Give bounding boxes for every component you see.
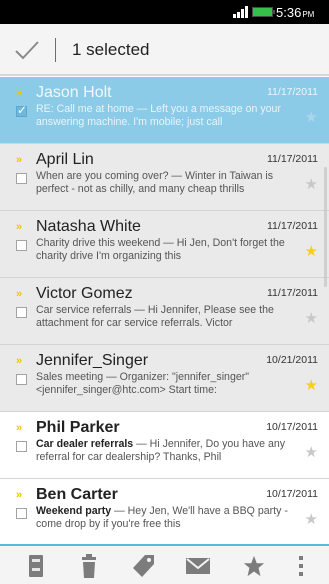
message-sender: Phil Parker [36,419,120,436]
message-row[interactable]: » Victor Gomez 11/17/2011 Car service refer… [0,278,329,345]
message-preview: Charity drive this weekend — Hi Jen, Don… [36,237,298,265]
message-preview: RE: Call me at home — Left you a message… [36,103,298,131]
message-date: 11/17/2011 [267,220,318,232]
message-subject: Car dealer referrals [36,438,134,450]
message-snippet: Car service referrals — Hi Jennifer, Ple… [36,304,274,329]
star-toggle-icon[interactable]: ★ [305,311,318,326]
star-toggle-icon[interactable]: ★ [305,244,318,259]
star-toggle-icon[interactable]: ★ [305,177,318,192]
message-row[interactable]: » Natasha White 11/17/2011 Charity drive th… [0,211,329,278]
priority-icon: » [16,489,22,501]
select-checkbox[interactable] [16,173,27,184]
message-date: 10/21/2011 [266,354,318,366]
message-preview: When are you coming over? — Winter in Ta… [36,170,298,198]
message-date: 10/17/2011 [266,488,318,500]
status-bar: 5:36PM [0,0,329,24]
star-toggle-icon[interactable]: ★ [305,110,318,125]
message-row[interactable]: » Jennifer_Singer 10/21/2011 Sales meeting … [0,345,329,412]
message-row[interactable]: » Phil Parker 10/17/2011 Car dealer referra… [0,412,329,479]
message-sender: Ben Carter [36,486,118,503]
message-date: 11/17/2011 [267,153,318,165]
selection-action-bar: 1 selected [0,24,329,76]
star-button[interactable] [234,552,274,580]
check-icon[interactable] [14,38,40,62]
more-icon [299,556,303,576]
message-sender: Jason Holt [36,84,112,101]
priority-icon: » [16,221,22,233]
message-preview: Sales meeting — Organizer: "jennifer_sin… [36,371,298,399]
select-checkbox[interactable] [16,240,27,251]
scrollbar[interactable] [324,167,327,287]
mark-read-icon [186,558,210,574]
priority-icon: » [16,87,22,99]
message-snippet: When are you coming over? — Winter in Ta… [36,170,274,195]
message-snippet: Charity drive this weekend — Hi Jen, Don… [36,237,285,262]
battery-icon [252,7,275,17]
bottom-toolbar [0,544,329,584]
message-date: 11/17/2011 [267,287,318,299]
message-preview: Car service referrals — Hi Jennifer, Ple… [36,304,298,332]
message-preview: Car dealer referrals — Hi Jennifer, Do y… [36,438,298,466]
checkmark-icon: ✓ [17,103,28,117]
star-toggle-icon[interactable]: ★ [305,512,318,527]
message-row[interactable]: » April Lin 11/17/2011 When are you coming … [0,144,329,211]
select-checkbox[interactable] [16,508,27,519]
signal-icon [233,6,248,18]
select-checkbox[interactable] [16,441,27,452]
select-checkbox[interactable] [16,307,27,318]
action-bar-divider [55,38,56,62]
message-sender: April Lin [36,151,94,168]
star-toggle-icon[interactable]: ★ [305,378,318,393]
message-list[interactable]: » ✓ Jason Holt 11/17/2011 RE: Call me at hom… [0,77,329,544]
delete-icon [82,554,96,578]
message-sender: Natasha White [36,218,141,235]
priority-icon: » [16,154,22,166]
move-to-folder-icon [29,555,43,577]
select-checkbox[interactable] [16,374,27,385]
priority-icon: » [16,288,22,300]
label-button[interactable] [124,552,164,580]
message-snippet: RE: Call me at home — Left you a message… [36,103,281,128]
message-sender: Victor Gomez [36,285,133,302]
select-checkbox[interactable]: ✓ [16,103,28,117]
clock-time: 5:36 [276,5,302,20]
message-preview: Weekend party — Hey Jen, We'll have a BB… [36,505,298,533]
message-date: 11/17/2011 [267,86,318,98]
priority-icon: » [16,422,22,434]
message-row[interactable]: » ✓ Jason Holt 11/17/2011 RE: Call me at hom… [0,77,329,144]
message-row[interactable]: » Ben Carter 10/17/2011 Weekend party — Hey… [0,479,329,544]
clock-ampm: PM [302,10,315,19]
status-clock: 5:36PM [276,5,314,20]
message-date: 10/17/2011 [266,421,318,433]
move-to-folder-button[interactable] [16,552,56,580]
message-sender: Jennifer_Singer [36,352,149,369]
mark-read-button[interactable] [178,552,218,580]
more-button[interactable] [281,552,321,580]
selected-count: 1 selected [72,40,150,59]
message-subject: Weekend party [36,505,112,517]
priority-icon: » [16,355,22,367]
star-icon [243,555,265,577]
label-icon [133,555,154,577]
star-toggle-icon[interactable]: ★ [305,445,318,460]
delete-button[interactable] [69,552,109,580]
message-snippet: Sales meeting — Organizer: "jennifer_sin… [36,371,250,396]
